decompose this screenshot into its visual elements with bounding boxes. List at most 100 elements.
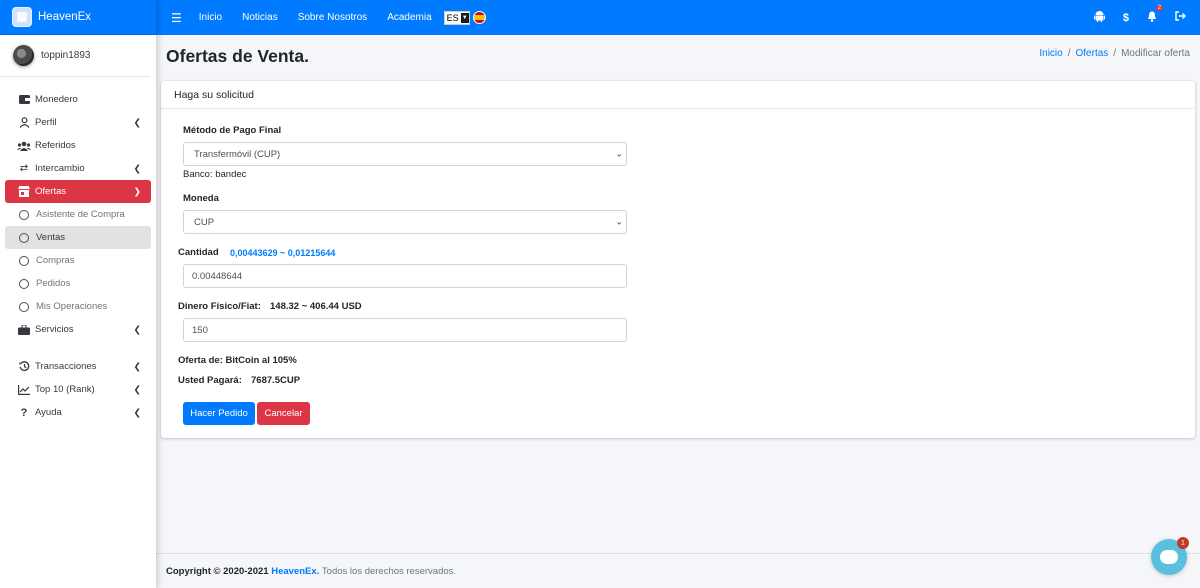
payment-method-value: Transfermóvil (CUP) — [194, 148, 281, 160]
history-icon — [17, 361, 31, 373]
chart-line-icon — [17, 384, 31, 396]
language-value: ES — [446, 12, 459, 23]
chat-widget-button[interactable]: 1 — [1151, 537, 1189, 575]
circle-icon — [19, 255, 29, 266]
sidebar-item-label: Pedidos — [36, 278, 71, 289]
sidebar-item-label: Transacciones — [35, 361, 97, 372]
circle-icon — [19, 278, 29, 289]
sidebar-item-compras[interactable]: Compras — [5, 249, 151, 272]
spain-flag-icon — [472, 11, 486, 24]
sidebar-item-label: Compras — [36, 255, 75, 266]
pay-label: Usted Pagará: — [178, 375, 242, 386]
breadcrumb-separator: / — [1067, 48, 1071, 59]
nav-link-academia[interactable]: Academia — [387, 12, 431, 23]
sidebar-item-ayuda[interactable]: ? Ayuda ❮ — [5, 401, 151, 424]
sidebar-item-mis-operaciones[interactable]: Mis Operaciones — [5, 295, 151, 318]
sidebar-nav: Monedero Perfil ❮ Referidos ⇄ Intercambi… — [0, 77, 156, 424]
language-select[interactable]: ES ▼ — [443, 10, 470, 25]
exchange-icon: ⇄ — [19, 163, 29, 174]
bank-text: Banco: bandec — [183, 169, 247, 180]
users-icon — [17, 140, 31, 152]
nav-link-sobre-nosotros[interactable]: Sobre Nosotros — [298, 12, 367, 23]
logout-icon[interactable] — [1175, 11, 1186, 24]
chevron-left-icon: ❮ — [133, 324, 141, 334]
chat-badge: 1 — [1177, 537, 1189, 549]
circle-icon — [19, 232, 29, 243]
question-icon: ? — [20, 406, 28, 419]
breadcrumb-separator: / — [1113, 48, 1117, 59]
sidebar-item-label: Ofertas — [35, 186, 67, 197]
submit-order-button[interactable]: Hacer Pedido — [183, 402, 255, 425]
quantity-input[interactable]: 0.00448644 — [183, 264, 627, 288]
chevron-left-icon: ❮ — [133, 117, 141, 127]
sidebar-item-label: Monedero — [35, 94, 78, 105]
sidebar-item-intercambio[interactable]: ⇄ Intercambio ❮ — [5, 157, 151, 180]
sidebar: HeavenEx toppin1893 Monedero Perfil ❮ Re… — [0, 0, 156, 588]
sidebar-item-label: Top 10 (Rank) — [35, 384, 95, 395]
nav-link-inicio[interactable]: Inicio — [199, 12, 222, 23]
notification-badge: 2 — [1155, 4, 1163, 11]
sidebar-item-top10[interactable]: Top 10 (Rank) ❮ — [5, 378, 151, 401]
sidebar-item-monedero[interactable]: Monedero — [5, 88, 151, 111]
sidebar-item-label: Ayuda — [35, 407, 62, 418]
breadcrumb-inicio[interactable]: Inicio — [1039, 48, 1062, 59]
sidebar-item-asistente-de-compra[interactable]: Asistente de Compra — [5, 203, 151, 226]
sidebar-item-perfil[interactable]: Perfil ❮ — [5, 111, 151, 134]
footer-brand-link[interactable]: HeavenEx. — [271, 566, 319, 577]
payment-method-select[interactable]: Transfermóvil (CUP) ⌄ — [183, 142, 627, 166]
circle-icon — [19, 301, 29, 312]
sidebar-item-label: Servicios — [35, 324, 74, 335]
user-name: toppin1893 — [41, 50, 91, 61]
chat-icon — [1160, 550, 1178, 564]
sidebar-item-label: Ventas — [36, 232, 66, 243]
nav-link-noticias[interactable]: Noticias — [242, 12, 278, 23]
top-navbar: ☰ Inicio Noticias Sobre Nosotros Academi… — [156, 0, 1200, 35]
fiat-label: Dinero Físico/Fiat: — [178, 301, 261, 312]
footer-rights: Todos los derechos reservados. — [321, 565, 457, 577]
android-icon[interactable] — [1093, 10, 1105, 25]
brand-link[interactable]: HeavenEx — [0, 0, 156, 35]
quantity-range: 0,00443629 ~ 0,01215644 — [230, 248, 336, 258]
footer: Copyright © 2020-2021 HeavenEx. Todos lo… — [156, 553, 1200, 588]
menu-toggle-icon[interactable]: ☰ — [171, 11, 182, 25]
chevron-left-icon: ❮ — [133, 407, 141, 417]
quantity-label: Cantidad — [178, 247, 219, 258]
currency-select[interactable]: CUP ⌄ — [183, 210, 627, 234]
chevron-left-icon: ❮ — [133, 163, 141, 173]
chevron-left-icon: ❮ — [133, 384, 141, 394]
store-icon — [17, 186, 31, 198]
sidebar-item-pedidos[interactable]: Pedidos — [5, 272, 151, 295]
cancel-button[interactable]: Cancelar — [257, 402, 310, 425]
sidebar-item-transacciones[interactable]: Transacciones ❮ — [5, 355, 151, 378]
sidebar-item-servicios[interactable]: Servicios ❮ — [5, 318, 151, 341]
brand-logo-icon — [12, 7, 32, 27]
main-content: Ofertas de Venta. Inicio / Ofertas / Modific… — [156, 35, 1200, 553]
sidebar-item-ofertas[interactable]: Ofertas ❯ — [5, 180, 151, 203]
avatar — [13, 45, 34, 66]
breadcrumb-current: Modificar oferta — [1121, 48, 1190, 59]
briefcase-icon — [17, 324, 31, 336]
fiat-input[interactable]: 150 — [183, 318, 627, 342]
sidebar-spacer — [5, 341, 151, 355]
brand-name: HeavenEx — [38, 11, 92, 23]
dollar-icon[interactable]: $ — [1123, 12, 1129, 24]
sidebar-item-label: Intercambio — [35, 163, 85, 174]
top-right-icons: $ 2 — [1076, 0, 1186, 35]
sidebar-item-label: Referidos — [35, 140, 76, 151]
user-panel[interactable]: toppin1893 — [0, 35, 150, 77]
page-title: Ofertas de Venta. — [166, 46, 309, 66]
chevron-down-icon: ❯ — [133, 186, 141, 196]
chevron-down-icon: ⌄ — [615, 148, 623, 159]
breadcrumb: Inicio / Ofertas / Modificar oferta — [1039, 48, 1190, 59]
breadcrumb-ofertas[interactable]: Ofertas — [1076, 48, 1109, 59]
card-header: Haga su solicitud — [161, 81, 1195, 109]
chevron-down-icon: ▼ — [460, 12, 469, 23]
offer-text: Oferta de: BitCoin al 105% — [178, 355, 297, 366]
user-icon — [17, 117, 31, 129]
wallet-icon — [17, 94, 31, 106]
sidebar-item-ventas[interactable]: Ventas — [5, 226, 151, 249]
bell-icon[interactable]: 2 — [1147, 4, 1163, 25]
request-card: Haga su solicitud Método de Pago Final T… — [161, 81, 1195, 438]
sidebar-item-referidos[interactable]: Referidos — [5, 134, 151, 157]
sidebar-item-label: Mis Operaciones — [36, 301, 108, 312]
